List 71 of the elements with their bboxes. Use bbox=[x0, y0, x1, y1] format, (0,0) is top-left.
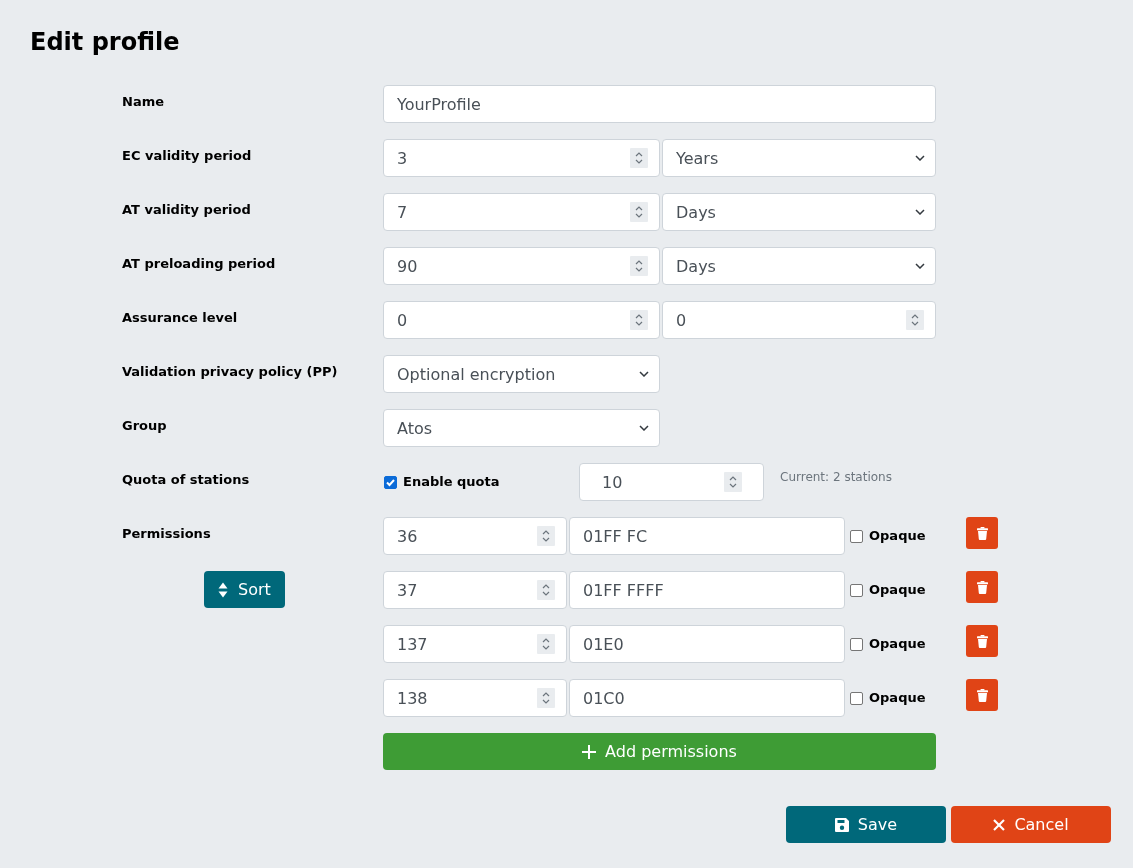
delete-button[interactable] bbox=[966, 625, 998, 657]
sort-icon bbox=[218, 581, 229, 598]
dropdown[interactable]: Days bbox=[662, 193, 936, 231]
checkbox-label[interactable]: Opaque bbox=[869, 582, 926, 598]
checkbox[interactable] bbox=[850, 637, 863, 651]
spinner-icon[interactable] bbox=[630, 256, 648, 276]
spinner-icon[interactable] bbox=[537, 688, 555, 708]
spinner-icon[interactable] bbox=[630, 310, 648, 330]
plus-icon bbox=[582, 744, 597, 759]
number-input[interactable]: 0 bbox=[383, 301, 660, 339]
spinner-icon[interactable] bbox=[537, 526, 555, 546]
chevron-down-icon bbox=[639, 371, 649, 377]
text-input[interactable]: 01E0 bbox=[569, 625, 845, 663]
delete-button[interactable] bbox=[966, 517, 998, 549]
field-label: Permissions bbox=[122, 526, 211, 542]
text-input[interactable]: 01C0 bbox=[569, 679, 845, 717]
page-title: Edit profile bbox=[30, 28, 181, 56]
checkbox-label[interactable]: Enable quota bbox=[403, 474, 500, 490]
checkbox-label[interactable]: Opaque bbox=[869, 690, 926, 706]
dropdown[interactable]: Years bbox=[662, 139, 936, 177]
field-label: AT validity period bbox=[122, 202, 251, 218]
chevron-down-icon bbox=[915, 263, 925, 269]
delete-button[interactable] bbox=[966, 679, 998, 711]
text-input[interactable]: 01FF FC bbox=[569, 517, 845, 555]
checkbox-label[interactable]: Opaque bbox=[869, 636, 926, 652]
trash-icon bbox=[976, 526, 988, 540]
field-label: Assurance level bbox=[122, 310, 238, 326]
field-label: EC validity period bbox=[122, 148, 252, 164]
number-input[interactable]: 3 bbox=[383, 139, 660, 177]
save-button[interactable]: Save bbox=[786, 806, 946, 843]
trash-icon bbox=[976, 580, 988, 594]
trash-icon bbox=[976, 688, 988, 702]
number-input[interactable]: 36 bbox=[383, 517, 567, 555]
chevron-down-icon bbox=[915, 155, 925, 161]
number-input[interactable]: 137 bbox=[383, 625, 567, 663]
text-input[interactable]: 01FF FFFF bbox=[569, 571, 845, 609]
checkbox[interactable] bbox=[384, 475, 397, 489]
field-label: Validation privacy policy (PP) bbox=[122, 364, 338, 380]
checkbox-label[interactable]: Opaque bbox=[869, 528, 926, 544]
spinner-icon[interactable] bbox=[630, 148, 648, 168]
field-label: AT preloading period bbox=[122, 256, 276, 272]
delete-button[interactable] bbox=[966, 571, 998, 603]
number-input[interactable]: 10 bbox=[579, 463, 764, 501]
spinner-icon[interactable] bbox=[724, 472, 742, 492]
spinner-icon[interactable] bbox=[630, 202, 648, 222]
save-icon bbox=[834, 817, 849, 832]
spinner-icon[interactable] bbox=[537, 634, 555, 654]
dropdown[interactable]: Optional encryption bbox=[383, 355, 660, 393]
number-input[interactable]: 138 bbox=[383, 679, 567, 717]
trash-icon bbox=[976, 634, 988, 648]
chevron-down-icon bbox=[639, 425, 649, 431]
close-icon bbox=[993, 818, 1006, 831]
number-input[interactable]: 90 bbox=[383, 247, 660, 285]
field-label: Group bbox=[122, 418, 167, 434]
spinner-icon[interactable] bbox=[537, 580, 555, 600]
checkbox[interactable] bbox=[850, 529, 863, 543]
cancel-button[interactable]: Cancel bbox=[951, 806, 1111, 843]
spinner-icon[interactable] bbox=[906, 310, 924, 330]
dropdown[interactable]: Atos bbox=[383, 409, 660, 447]
field-label: Name bbox=[122, 94, 164, 110]
sort-button[interactable]: Sort bbox=[204, 571, 285, 608]
number-input[interactable]: 0 bbox=[662, 301, 936, 339]
hint-text: Current: 2 stations bbox=[780, 470, 892, 484]
field-label: Quota of stations bbox=[122, 472, 250, 488]
checkbox[interactable] bbox=[850, 691, 863, 705]
checkbox[interactable] bbox=[850, 583, 863, 597]
number-input[interactable]: 7 bbox=[383, 193, 660, 231]
chevron-down-icon bbox=[915, 209, 925, 215]
text-input[interactable]: YourProfile bbox=[383, 85, 936, 123]
number-input[interactable]: 37 bbox=[383, 571, 567, 609]
dropdown[interactable]: Days bbox=[662, 247, 936, 285]
